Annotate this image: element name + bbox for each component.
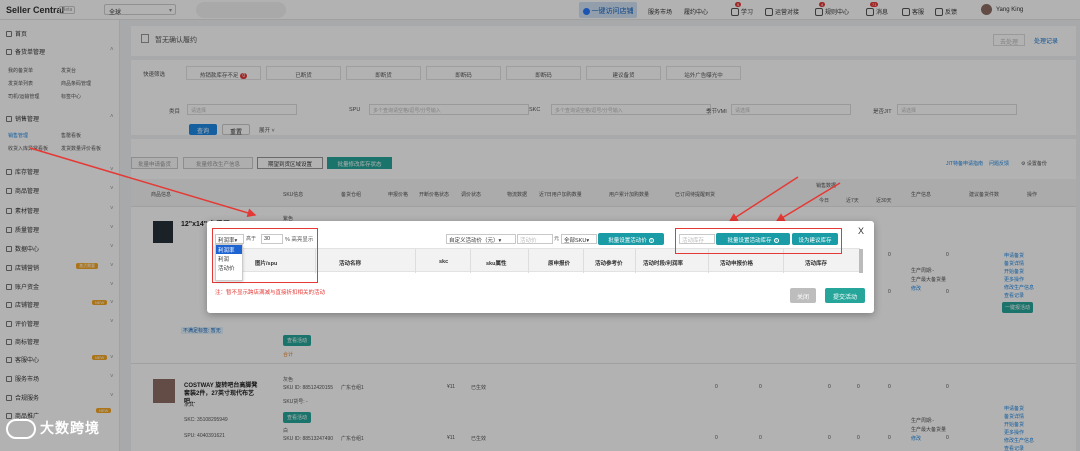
col-divider xyxy=(315,249,316,273)
modal-col: 活动参考价 xyxy=(595,261,623,267)
watermark-logo xyxy=(6,419,36,440)
col-divider xyxy=(470,249,471,273)
dropdown-option[interactable]: 活动价 xyxy=(216,263,242,272)
modal-col: 活动时段/利润率 xyxy=(643,261,684,267)
help-icon: ? xyxy=(648,238,654,243)
modal-col: skc xyxy=(439,259,449,265)
col-divider xyxy=(708,249,709,273)
yuan-label: 元 xyxy=(554,236,560,242)
dropdown-option[interactable]: 利润 xyxy=(216,254,242,263)
modal-col: sku属性 xyxy=(486,261,507,267)
profit-select[interactable]: 利润率▾ xyxy=(215,234,244,244)
col-divider xyxy=(415,249,416,273)
modal-col: 活动申报价格 xyxy=(720,261,754,267)
dropdown-option[interactable]: 利润率 xyxy=(216,245,242,254)
gt-label: 高于 xyxy=(246,236,257,242)
help-icon: ? xyxy=(773,238,779,243)
modal-col: 原申报价 xyxy=(548,261,571,267)
modal-note: 注：暂不显示跨店满减与直接折扣相关的活动 xyxy=(215,290,326,296)
watermark: 大数跨境 xyxy=(6,418,100,440)
suggest-stock-button[interactable]: 设为建议库存 xyxy=(792,233,838,245)
sku-select-value: 全部SKU xyxy=(564,238,587,244)
submit-activity-button[interactable]: 提交活动 xyxy=(825,288,865,303)
batch-price-label: 批量设置活动价 xyxy=(608,238,647,244)
price-type-value: 自定义活动价（元） xyxy=(449,238,499,244)
col-divider xyxy=(528,249,529,273)
highlight-label: % 高亮显示 xyxy=(285,237,314,243)
modal-col: 活动名称 xyxy=(339,261,362,267)
watermark-text: 大数跨境 xyxy=(40,420,100,436)
activity-price-input[interactable]: 活动价 xyxy=(517,234,553,244)
col-divider xyxy=(783,249,784,273)
activity-stock-input[interactable]: 活动库存 xyxy=(679,234,715,244)
batch-price-button[interactable]: 批量设置活动价? xyxy=(598,233,664,245)
price-type-select[interactable]: 自定义活动价（元）▾ xyxy=(446,234,516,244)
modal-close-button[interactable]: 关闭 xyxy=(790,288,816,303)
col-divider xyxy=(635,249,636,273)
threshold-input[interactable]: 30 xyxy=(261,234,283,244)
modal-col: 活动库存 xyxy=(805,261,828,267)
col-divider xyxy=(583,249,584,273)
modal-col: 图片/spu xyxy=(255,261,278,267)
activity-modal: X 图片/spu 活动名称 skc sku属性 原申报价 活动参考价 活动时段/… xyxy=(207,221,874,313)
scrollbar[interactable] xyxy=(859,249,863,273)
batch-stock-label: 批量设置活动库存 xyxy=(727,238,772,244)
close-icon[interactable]: X xyxy=(858,226,864,236)
profit-dropdown: 利润率 利润 活动价 xyxy=(215,244,243,281)
modal-table-header: 图片/spu 活动名称 skc sku属性 原申报价 活动参考价 活动时段/利润… xyxy=(215,248,863,273)
batch-stock-button[interactable]: 批量设置活动库存? xyxy=(716,233,790,245)
sku-select[interactable]: 全部SKU▾ xyxy=(561,234,597,244)
